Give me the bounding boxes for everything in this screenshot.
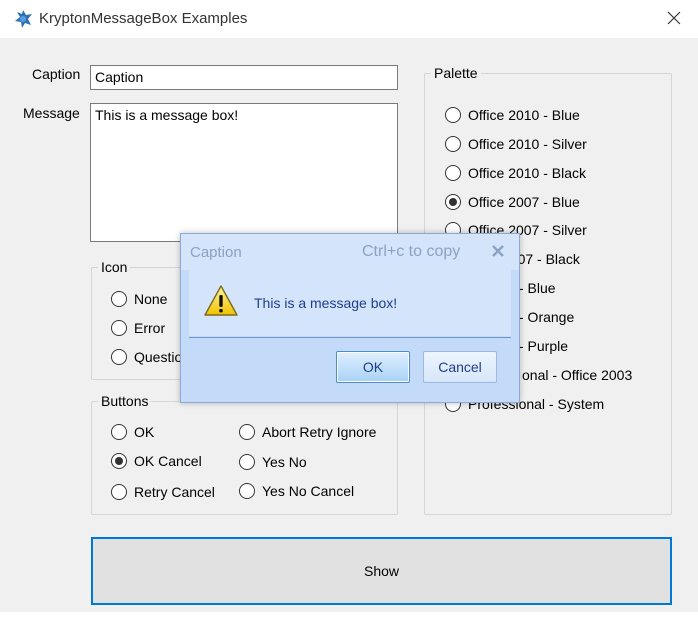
window-title: KryptonMessageBox Examples xyxy=(39,10,248,27)
radio-label: Yes No xyxy=(262,454,307,470)
palette-option-office2007-blue[interactable]: Office 2007 - Blue xyxy=(445,192,580,212)
title-bar: KryptonMessageBox Examples xyxy=(0,0,698,38)
palette-option-sparkle-purple[interactable]: - Purple xyxy=(519,336,568,356)
radio-indicator xyxy=(111,291,127,307)
radio-label: Office 2010 - Silver xyxy=(468,136,587,152)
krypton-app-icon xyxy=(15,10,32,28)
palette-option-office2010-silver[interactable]: Office 2010 - Silver xyxy=(445,134,587,154)
show-button[interactable]: Show xyxy=(91,537,672,605)
icon-option-none[interactable]: None xyxy=(111,289,167,309)
radio-indicator xyxy=(445,165,461,181)
message-input[interactable]: This is a message box! xyxy=(90,103,398,242)
message-box-text: This is a message box! xyxy=(254,295,398,311)
radio-label: Office 2007 - Blue xyxy=(468,194,580,210)
buttons-option-yes-no[interactable]: Yes No xyxy=(239,452,307,472)
message-box-dialog: Caption Ctrl+c to copy This is a message… xyxy=(180,233,520,403)
radio-label: Office 2010 - Black xyxy=(468,165,587,181)
radio-label: OK Cancel xyxy=(134,453,202,469)
radio-label: Retry Cancel xyxy=(134,484,215,500)
buttons-option-retry-cancel[interactable]: Retry Cancel xyxy=(111,482,215,502)
message-label: Message xyxy=(23,105,80,121)
radio-indicator xyxy=(111,424,127,440)
palette-option-office2010-black[interactable]: Office 2010 - Black xyxy=(445,163,586,183)
palette-option-office2010-blue[interactable]: Office 2010 - Blue xyxy=(445,105,580,125)
radio-indicator xyxy=(111,484,127,500)
radio-label: - Purple xyxy=(519,338,569,354)
palette-group-title: Palette xyxy=(431,65,481,81)
radio-indicator xyxy=(111,453,127,469)
radio-indicator xyxy=(239,454,255,470)
cancel-button[interactable]: Cancel xyxy=(423,351,497,383)
message-box-body: This is a message box! xyxy=(189,270,511,336)
buttons-option-ok-cancel[interactable]: OK Cancel xyxy=(111,451,202,471)
radio-indicator xyxy=(445,136,461,152)
radio-indicator xyxy=(111,349,127,365)
ok-button[interactable]: OK xyxy=(336,351,410,383)
radio-label: Yes No Cancel xyxy=(262,483,355,499)
bottom-strip xyxy=(0,612,698,630)
palette-option-professional-office2003[interactable]: onal - Office 2003 xyxy=(522,365,632,385)
close-icon[interactable] xyxy=(491,244,505,258)
radio-label: Office 2010 - Blue xyxy=(468,107,580,123)
buttons-group-title: Buttons xyxy=(98,393,152,409)
radio-label: Abort Retry Ignore xyxy=(262,424,377,440)
radio-label: OK xyxy=(134,424,155,440)
buttons-option-abort-retry-ignore[interactable]: Abort Retry Ignore xyxy=(239,422,376,442)
buttons-group: Buttons OK OK Cancel Retry Cancel Abort … xyxy=(91,393,398,515)
palette-option-sparkle-blue[interactable]: - Blue xyxy=(519,278,556,298)
message-box-separator xyxy=(189,337,511,338)
palette-option-sparkle-orange[interactable]: - Orange xyxy=(519,307,574,327)
caption-label: Caption xyxy=(32,66,81,82)
radio-label: None xyxy=(134,291,168,307)
icon-option-question[interactable]: Questio xyxy=(111,347,182,367)
buttons-option-yes-no-cancel[interactable]: Yes No Cancel xyxy=(239,481,354,501)
copy-hint: Ctrl+c to copy xyxy=(362,243,461,260)
icon-option-error[interactable]: Error xyxy=(111,318,165,338)
radio-indicator xyxy=(111,320,127,336)
buttons-option-ok[interactable]: OK xyxy=(111,422,154,442)
message-box-title-bar: Caption Ctrl+c to copy xyxy=(181,234,519,270)
radio-label: - Orange xyxy=(519,309,575,325)
message-box-caption: Caption xyxy=(190,244,242,261)
warning-icon xyxy=(204,285,238,316)
radio-indicator xyxy=(445,194,461,210)
main-window: KryptonMessageBox Examples Caption Capti… xyxy=(0,0,698,630)
radio-label: Error xyxy=(134,320,166,336)
radio-label: - Blue xyxy=(519,280,556,296)
icon-group-title: Icon xyxy=(98,259,131,275)
close-icon[interactable] xyxy=(664,8,684,28)
radio-indicator xyxy=(239,483,255,499)
caption-input[interactable]: Caption xyxy=(90,65,398,90)
radio-label: Questio xyxy=(134,349,183,365)
radio-indicator xyxy=(239,424,255,440)
radio-indicator xyxy=(445,107,461,123)
radio-label: onal - Office 2003 xyxy=(522,367,633,383)
